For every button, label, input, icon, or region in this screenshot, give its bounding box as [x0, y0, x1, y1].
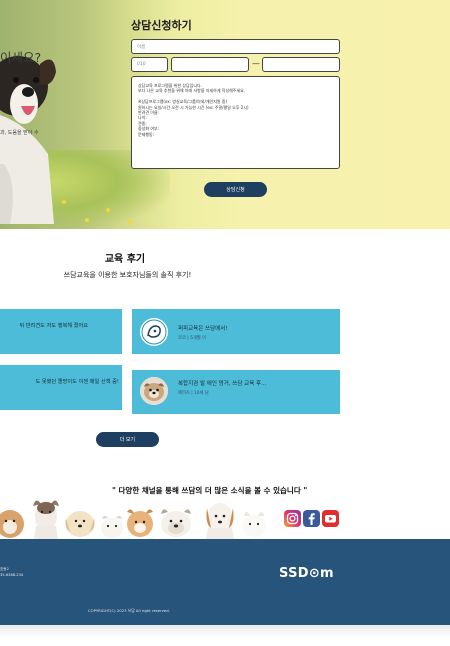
footer-logo: SSD⊙m — [279, 566, 334, 581]
facebook-icon[interactable] — [303, 510, 320, 527]
avatar — [140, 318, 168, 346]
phone-middle-field[interactable] — [171, 57, 249, 72]
footer-address: 호동2 — [0, 567, 9, 571]
phone-last-field[interactable] — [262, 57, 340, 72]
consult-form-title: 상담신청하기 — [131, 19, 192, 32]
review-card[interactable]: 퍼피교육은 쓰담에서! 코코 | 5개월 어 — [132, 309, 340, 354]
name-field[interactable]: 이름 — [131, 39, 340, 54]
review-card[interactable]: 도 못했던 똘망이도 이젠 매일 산책 중! — [0, 365, 122, 410]
reviews-title: 교육 후기 — [104, 254, 146, 265]
phone-prefix-field[interactable]: 010 — [131, 57, 168, 72]
review-card-title: 복합지겸 발 애인 멍거, 쓰담 교육 후... — [178, 381, 267, 387]
hero-small-text: 과, 도움을 받아 수 — [0, 130, 39, 136]
review-card-text: 도 못했던 똘망이도 이젠 매일 산책 중! — [35, 379, 119, 385]
review-card-meta: 페이즈 | 10세 남 — [178, 391, 209, 396]
flower — [106, 208, 110, 212]
youtube-glyph — [325, 515, 336, 523]
dogs-illustration — [0, 500, 266, 539]
avatar — [140, 377, 168, 405]
footer-phone: 35-6388-234 — [0, 573, 24, 577]
flower — [85, 218, 89, 222]
review-card-meta: 코코 | 5개월 어 — [178, 336, 207, 341]
instagram-icon[interactable] — [284, 510, 301, 527]
logo-icon — [141, 319, 167, 345]
message-textarea[interactable]: 상담교육 프로그램을 위한 상담입니다. 보다 나은 교육 추천을 위해 아래 … — [131, 76, 340, 169]
youtube-icon[interactable] — [322, 510, 339, 527]
review-card[interactable]: 뒤 반려견도 저도 행복해 졌어요 — [0, 309, 122, 354]
page-bottom-shadow — [0, 625, 450, 646]
consult-submit-button[interactable]: 상담신청 — [204, 182, 267, 197]
instagram-glyph — [286, 512, 299, 525]
copyright-text: COPYRIGHT(C) 2023 쓰담 All right reserved. — [88, 608, 170, 613]
phone-separator: — — [252, 59, 260, 68]
facebook-glyph — [308, 513, 315, 525]
dog-avatar-icon — [140, 377, 168, 405]
reviews-subtitle: 쓰담교육을 이용한 보호자님들의 솔직 후기! — [63, 271, 192, 279]
flower — [128, 220, 132, 224]
hero-heading: 이세요? — [0, 50, 42, 65]
more-button[interactable]: 더 보기 — [96, 432, 159, 447]
hero-section: 이세요? 과, 도움을 받아 수 상담신청하기 이름 010 — 상담교육 프로… — [0, 0, 450, 229]
footer: 호동2 35-6388-234 SSD⊙m COPYRIGHT(C) 2023 … — [0, 539, 450, 625]
review-card-text: 뒤 반려견도 저도 행복해 졌어요 — [19, 323, 88, 329]
review-card[interactable]: 복합지겸 발 애인 멍거, 쓰담 교육 후... 페이즈 | 10세 남 — [132, 370, 340, 414]
review-card-title: 퍼피교육은 쓰담에서! — [178, 326, 228, 332]
message-line: 문제행동: — [138, 131, 155, 137]
